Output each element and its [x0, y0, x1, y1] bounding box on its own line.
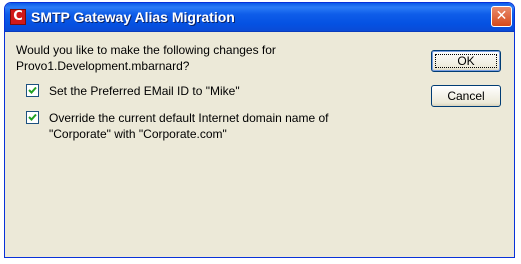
- preferred-email-checkbox[interactable]: [26, 84, 39, 97]
- dialog-window: C SMTP Gateway Alias Migration ✕ Would y…: [4, 2, 515, 258]
- cancel-button-label: Cancel: [447, 89, 485, 103]
- prompt-line-2: Provo1.Development.mbarnard?: [16, 59, 190, 73]
- checkmark-icon: [28, 113, 37, 121]
- close-icon: ✕: [495, 8, 508, 24]
- focus-ring: [435, 54, 497, 68]
- close-button[interactable]: ✕: [491, 6, 512, 27]
- override-domain-label-line-2: "Corporate" with "Corporate.com": [49, 127, 227, 141]
- preferred-email-label: Set the Preferred EMail ID to "Mike": [49, 84, 240, 98]
- window-title: SMTP Gateway Alias Migration: [31, 9, 235, 25]
- app-icon: C: [10, 9, 26, 25]
- prompt-line-1: Would you like to make the following cha…: [16, 43, 276, 57]
- dialog-body: Would you like to make the following cha…: [5, 32, 514, 257]
- override-domain-label-line-1: Override the current default Internet do…: [49, 111, 329, 125]
- ok-button[interactable]: OK: [431, 50, 501, 72]
- cancel-button[interactable]: Cancel: [431, 85, 501, 107]
- prompt-text: Would you like to make the following cha…: [16, 42, 396, 74]
- override-domain-checkbox[interactable]: [26, 111, 39, 124]
- title-bar[interactable]: C SMTP Gateway Alias Migration ✕: [5, 3, 514, 32]
- checkmark-icon: [28, 86, 37, 94]
